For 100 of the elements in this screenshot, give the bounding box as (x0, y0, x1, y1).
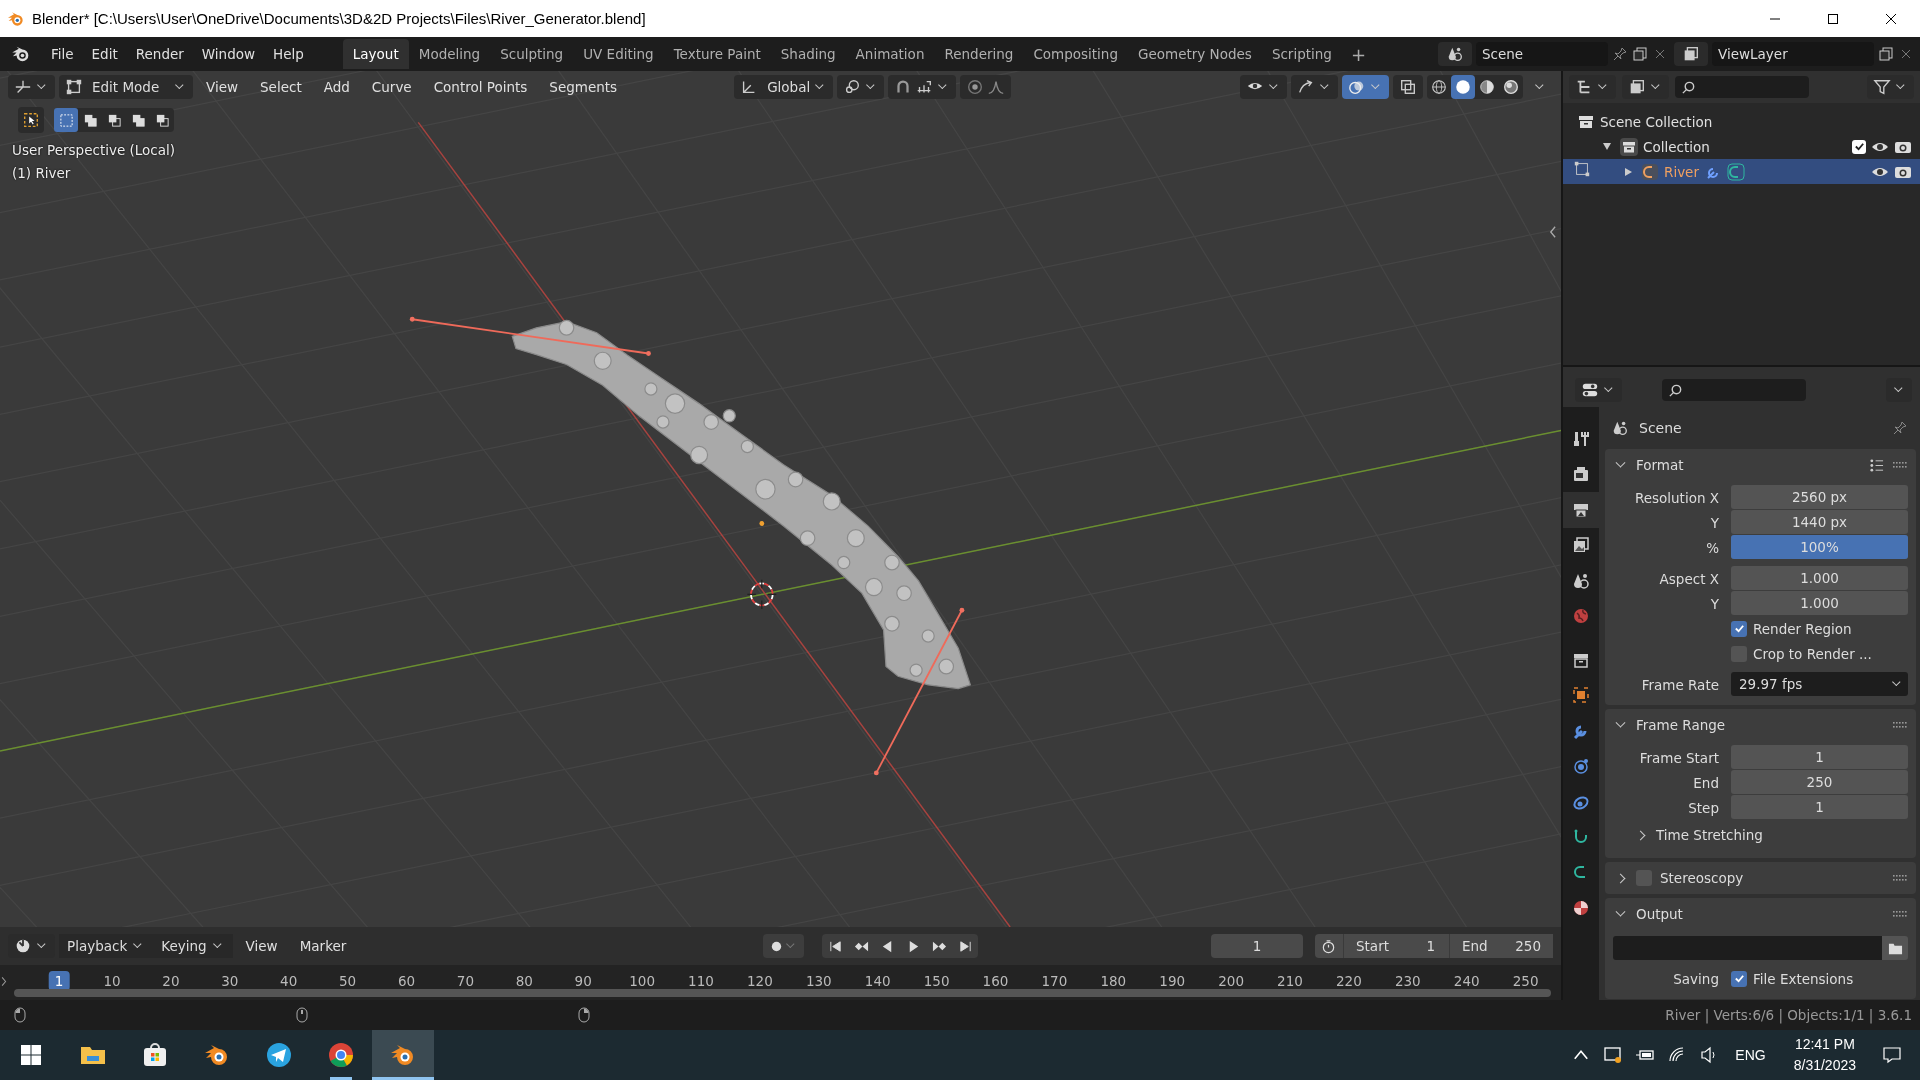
river-curve-drawing[interactable] (409, 316, 972, 776)
search-field[interactable] (1662, 379, 1806, 401)
select-box-tool[interactable] (18, 107, 44, 133)
drag-grip-icon[interactable] (1892, 874, 1908, 882)
number-field[interactable]: 1 (1731, 795, 1908, 819)
drag-grip-icon[interactable] (1892, 721, 1908, 729)
duplicate-icon[interactable] (1632, 46, 1648, 62)
workspace-tab[interactable]: Layout (342, 39, 409, 69)
monitor-icon[interactable] (1603, 1045, 1624, 1065)
menu-item[interactable]: Control Points (424, 75, 537, 99)
menu-item[interactable]: File (42, 42, 83, 66)
pin-icon[interactable] (1892, 420, 1908, 436)
outliner-row[interactable]: Collection (1563, 134, 1920, 159)
pivot-dropdown[interactable] (837, 75, 885, 99)
xray-toggle[interactable] (1393, 75, 1423, 99)
menu-item[interactable]: Add (314, 75, 359, 99)
menu-item[interactable]: Segments (540, 75, 627, 99)
menu-dropdown[interactable]: Playback (59, 934, 154, 958)
chevron-right-icon[interactable] (0, 976, 7, 987)
visibility-dropdown[interactable] (1240, 75, 1287, 99)
menu-item[interactable]: Curve (362, 75, 421, 99)
pin-icon[interactable] (1612, 46, 1628, 62)
drag-grip-icon[interactable] (1892, 910, 1908, 918)
number-field[interactable]: 1.000 (1731, 566, 1908, 590)
panel-header[interactable]: Format (1605, 449, 1916, 481)
current-frame-field[interactable]: 1 (1211, 934, 1303, 958)
filter-dropdown[interactable] (1867, 75, 1914, 99)
duplicate-icon[interactable] (1878, 46, 1894, 62)
checkbox-option[interactable]: Render Region (1731, 620, 1852, 637)
search-field[interactable] (1675, 76, 1809, 98)
view-layer-dropdown[interactable] (1622, 75, 1669, 99)
proportional-edit-button[interactable] (960, 75, 1012, 99)
number-field[interactable]: 1 (1731, 745, 1908, 769)
workspace-tab[interactable]: UV Editing (573, 39, 664, 69)
mode-dropdown[interactable]: Edit Mode (59, 75, 193, 99)
number-field[interactable]: 2560 px (1731, 485, 1908, 509)
presets-list-icon[interactable] (1869, 457, 1884, 473)
chevron-left-icon[interactable] (1548, 225, 1557, 239)
number-field[interactable]: 1.000 (1731, 591, 1908, 615)
3d-cursor-icon[interactable] (746, 579, 777, 610)
vertex-edit-icon[interactable] (1573, 160, 1591, 178)
workspace-tab[interactable]: Compositing (1023, 39, 1128, 69)
overlay-toggle[interactable] (1342, 75, 1389, 99)
input-language-indicator[interactable]: ENG (1735, 1047, 1766, 1063)
timeline-scrollbar[interactable] (14, 989, 1551, 997)
menu-item[interactable]: Select (251, 75, 311, 99)
outliner-row[interactable]: River (1563, 159, 1920, 184)
scene-name-field[interactable]: Scene (1476, 42, 1608, 66)
gizmo-toggle[interactable] (1291, 75, 1338, 99)
snap-dropdown[interactable] (888, 75, 957, 99)
shading-mode-button[interactable] (1451, 75, 1475, 99)
subpanel-header[interactable]: Time Stretching (1613, 820, 1908, 850)
percentage-slider[interactable]: 100% (1731, 535, 1908, 559)
clock-date[interactable]: 8/31/2023 (1793, 1055, 1856, 1076)
orientation-dropdown[interactable]: Global (734, 75, 834, 99)
number-field[interactable]: 250 (1731, 770, 1908, 794)
checkbox-option[interactable]: Crop to Render ... (1731, 645, 1872, 662)
properties-tab[interactable] (1563, 492, 1599, 528)
end-frame-field[interactable]: End 250 (1449, 934, 1553, 958)
panel-header[interactable]: Stereoscopy (1605, 862, 1916, 894)
checkbox-option[interactable]: File Extensions (1731, 970, 1854, 987)
outliner-row[interactable]: Scene Collection (1563, 109, 1920, 134)
display-mode-dropdown[interactable] (1569, 75, 1616, 99)
drag-grip-icon[interactable] (1892, 461, 1908, 469)
add-workspace-button[interactable]: + (1341, 39, 1375, 69)
menu-item[interactable]: Window (192, 42, 265, 66)
workspace-tab[interactable]: Sculpting (490, 39, 574, 69)
menu-dropdown[interactable]: Keying (153, 934, 233, 958)
record-button[interactable] (763, 934, 805, 958)
workspace-tab[interactable]: Scripting (1261, 39, 1342, 69)
exclude-checkbox[interactable] (1852, 139, 1866, 154)
output-path-field[interactable] (1613, 936, 1882, 960)
view-layer-name-field[interactable]: ViewLayer (1712, 42, 1874, 66)
workspace-tab[interactable]: Rendering (934, 39, 1024, 69)
panel-header[interactable]: Frame Range (1605, 709, 1916, 741)
disclosure-triangle-icon[interactable] (1603, 143, 1611, 150)
options-dropdown[interactable] (1886, 378, 1912, 402)
menu-item[interactable]: Edit (82, 42, 127, 66)
number-field[interactable]: 1440 px (1731, 510, 1908, 534)
menu-item[interactable]: Help (264, 42, 313, 66)
menu-item[interactable]: View (197, 75, 248, 99)
menu-item[interactable]: View (236, 934, 287, 958)
workspace-tab[interactable]: Shading (770, 39, 846, 69)
menu-item[interactable]: Marker (290, 934, 356, 958)
workspace-tab[interactable]: Animation (845, 39, 935, 69)
workspace-tab[interactable]: Modeling (408, 39, 491, 69)
browse-folder-button[interactable] (1882, 936, 1908, 960)
view-layer-selector-button[interactable] (1674, 42, 1708, 66)
curve-data-icon[interactable] (1727, 162, 1745, 181)
editor-type-button[interactable] (8, 75, 55, 99)
workspace-tab[interactable]: Geometry Nodes (1128, 39, 1262, 69)
panel-header[interactable]: Output (1605, 898, 1916, 930)
notification-icon[interactable] (1882, 1045, 1902, 1065)
frame-rate-dropdown[interactable]: 29.97 fps (1731, 672, 1908, 696)
editor-type-button[interactable] (1575, 378, 1622, 402)
clock-time[interactable]: 12:41 PM (1794, 1034, 1855, 1055)
workspace-tab[interactable]: Texture Paint (663, 39, 771, 69)
menu-item[interactable]: Render (126, 42, 193, 66)
scene-selector-button[interactable] (1438, 42, 1472, 66)
disclosure-triangle-icon[interactable] (1625, 167, 1632, 176)
